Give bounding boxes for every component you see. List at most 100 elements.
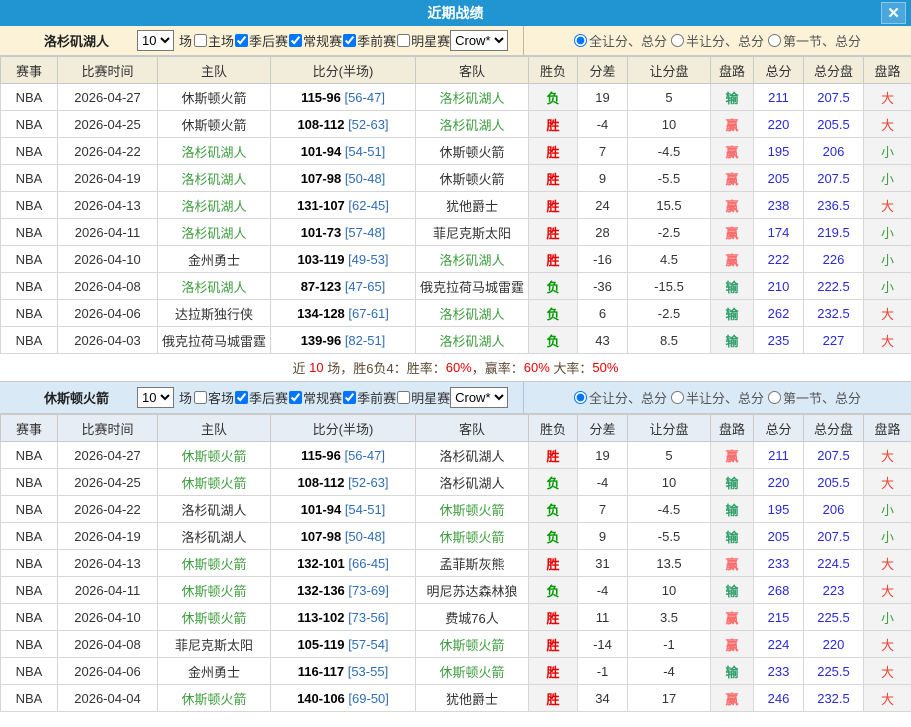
column-header: 分差	[578, 57, 628, 84]
league-cell: NBA	[1, 604, 58, 631]
result-cell: 胜	[529, 219, 578, 246]
table-row: NBA2026-04-11休斯顿火箭132-136 [73-69]明尼苏达森林狼…	[1, 577, 911, 604]
handicap-result-cell: 输	[711, 496, 754, 523]
table-row: NBA2026-04-25休斯顿火箭108-112 [52-63]洛杉矶湖人胜-…	[1, 111, 911, 138]
checkbox-input[interactable]	[194, 391, 207, 404]
checkbox-input[interactable]	[289, 391, 302, 404]
filter-checkbox[interactable]: 常规赛	[288, 388, 342, 407]
games-count-select[interactable]: 10	[137, 30, 174, 51]
over-under-cell: 小	[864, 273, 911, 300]
games-suffix: 场	[179, 388, 192, 407]
team-name: 休斯顿火箭	[44, 388, 109, 407]
over-under-cell: 大	[864, 631, 911, 658]
home-team-cell: 休斯顿火箭	[158, 550, 271, 577]
away-team-cell: 休斯顿火箭	[416, 138, 529, 165]
filter-checkbox[interactable]: 客场	[193, 388, 234, 407]
odds-type-radio[interactable]: 全让分、总分	[574, 31, 667, 50]
filter-checkbox[interactable]: 明星赛	[396, 388, 450, 407]
date-cell: 2026-04-22	[58, 496, 158, 523]
column-header: 比分(半场)	[271, 57, 416, 84]
source-select[interactable]: Crow*	[450, 387, 508, 408]
radio-input[interactable]	[768, 391, 781, 404]
checkbox-input[interactable]	[235, 34, 248, 47]
odds-type-radio[interactable]: 半让分、总分	[671, 31, 764, 50]
date-cell: 2026-04-03	[58, 327, 158, 354]
away-team-cell: 休斯顿火箭	[416, 631, 529, 658]
total-cell: 224	[754, 631, 804, 658]
checkbox-input[interactable]	[397, 34, 410, 47]
total-line-cell: 236.5	[804, 192, 864, 219]
games-count-select[interactable]: 10	[137, 387, 174, 408]
total-cell: 238	[754, 192, 804, 219]
checkbox-input[interactable]	[397, 391, 410, 404]
handicap-result-cell: 输	[711, 327, 754, 354]
filter-left: 洛杉矶湖人 10 场 主场季后赛常规赛季前赛明星赛 Crow*	[0, 26, 523, 55]
diff-cell: 19	[578, 442, 628, 469]
handicap-line-cell: -1	[628, 631, 711, 658]
filter-checkbox[interactable]: 季前赛	[342, 388, 396, 407]
table-row: NBA2026-04-19洛杉矶湖人107-98 [50-48]休斯顿火箭胜9-…	[1, 165, 911, 192]
radio-input[interactable]	[671, 34, 684, 47]
total-line-cell: 205.5	[804, 111, 864, 138]
handicap-line-cell: 10	[628, 577, 711, 604]
away-team-cell: 洛杉矶湖人	[416, 442, 529, 469]
league-cell: NBA	[1, 577, 58, 604]
source-select[interactable]: Crow*	[450, 30, 508, 51]
away-team-cell: 洛杉矶湖人	[416, 327, 529, 354]
handicap-result-cell: 输	[711, 577, 754, 604]
date-cell: 2026-04-06	[58, 658, 158, 685]
checkbox-input[interactable]	[235, 391, 248, 404]
filter-checkbox[interactable]: 常规赛	[288, 31, 342, 50]
table-row: NBA2026-04-22洛杉矶湖人101-94 [54-51]休斯顿火箭负7-…	[1, 496, 911, 523]
away-team-cell: 犹他爵士	[416, 192, 529, 219]
over-under-cell: 大	[864, 469, 911, 496]
odds-type-radio[interactable]: 半让分、总分	[671, 388, 764, 407]
league-cell: NBA	[1, 496, 58, 523]
diff-cell: 7	[578, 138, 628, 165]
radio-input[interactable]	[671, 391, 684, 404]
date-cell: 2026-04-13	[58, 550, 158, 577]
date-cell: 2026-04-19	[58, 165, 158, 192]
close-icon[interactable]: ✕	[881, 2, 906, 24]
handicap-line-cell: 13.5	[628, 550, 711, 577]
diff-cell: 11	[578, 604, 628, 631]
handicap-line-cell: -4	[628, 658, 711, 685]
away-team-cell: 明尼苏达森林狼	[416, 577, 529, 604]
result-cell: 负	[529, 84, 578, 111]
titlebar: 近期战绩 ✕	[0, 0, 911, 26]
total-cell: 174	[754, 219, 804, 246]
over-under-cell: 大	[864, 327, 911, 354]
league-cell: NBA	[1, 469, 58, 496]
filter-checkbox[interactable]: 季后赛	[234, 388, 288, 407]
radio-input[interactable]	[768, 34, 781, 47]
filter-checkbox[interactable]: 主场	[193, 31, 234, 50]
column-header: 盘路	[864, 57, 911, 84]
summary-row: 近 10 场，胜6负4：胜率：60%，赢率：60% 大率：50%	[0, 354, 911, 382]
score-cell: 108-112 [52-63]	[271, 469, 416, 496]
result-cell: 胜	[529, 192, 578, 219]
date-cell: 2026-04-27	[58, 442, 158, 469]
home-team-cell: 达拉斯独行侠	[158, 300, 271, 327]
table-row: NBA2026-04-25休斯顿火箭108-112 [52-63]洛杉矶湖人负-…	[1, 469, 911, 496]
diff-cell: -36	[578, 273, 628, 300]
radio-input[interactable]	[574, 391, 587, 404]
score-cell: 105-119 [57-54]	[271, 631, 416, 658]
checkbox-input[interactable]	[343, 34, 356, 47]
filter-checkboxes: 客场季后赛常规赛季前赛明星赛	[193, 388, 450, 407]
filter-checkbox[interactable]: 季后赛	[234, 31, 288, 50]
home-team-cell: 洛杉矶湖人	[158, 138, 271, 165]
odds-type-radio[interactable]: 全让分、总分	[574, 388, 667, 407]
radio-input[interactable]	[574, 34, 587, 47]
odds-type-radio[interactable]: 第一节、总分	[768, 388, 861, 407]
total-line-cell: 223	[804, 577, 864, 604]
checkbox-input[interactable]	[194, 34, 207, 47]
result-cell: 负	[529, 577, 578, 604]
checkbox-input[interactable]	[343, 391, 356, 404]
result-cell: 胜	[529, 165, 578, 192]
odds-type-radio[interactable]: 第一节、总分	[768, 31, 861, 50]
score-cell: 140-106 [69-50]	[271, 685, 416, 712]
filter-checkbox[interactable]: 明星赛	[396, 31, 450, 50]
filter-checkbox[interactable]: 季前赛	[342, 31, 396, 50]
checkbox-input[interactable]	[289, 34, 302, 47]
result-cell: 胜	[529, 658, 578, 685]
